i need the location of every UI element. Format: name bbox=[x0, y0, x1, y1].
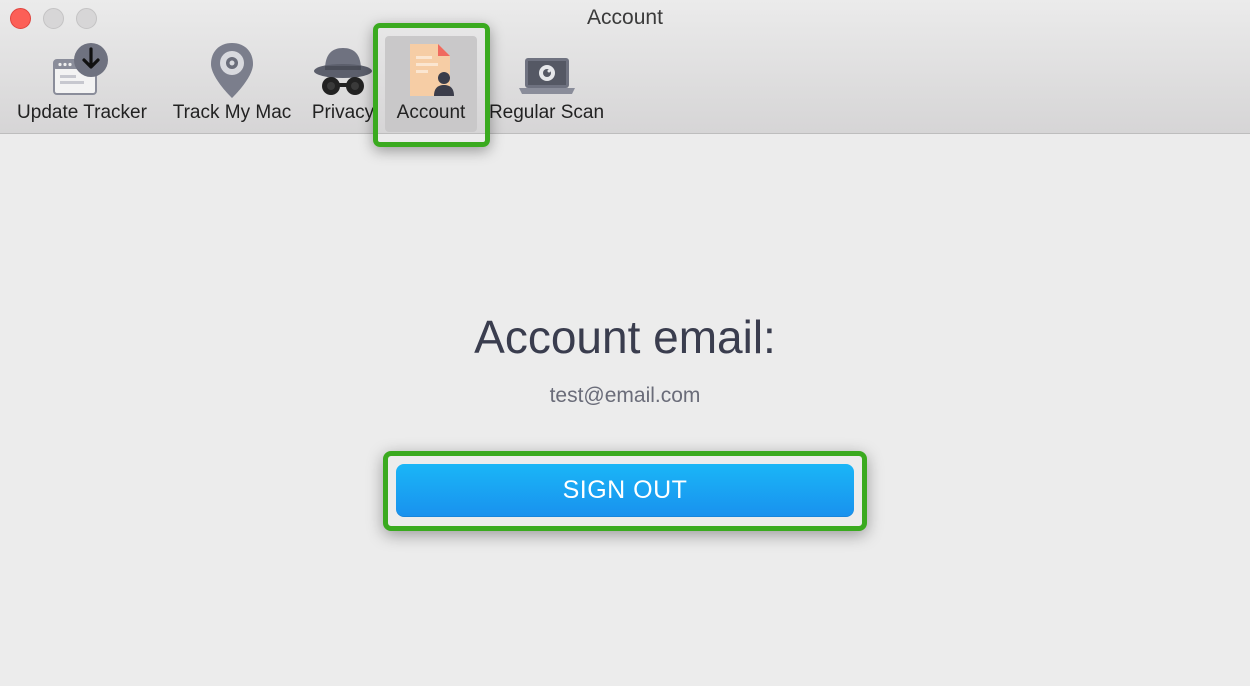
spy-icon bbox=[312, 40, 374, 105]
toolbar-item-update-tracker[interactable]: Update Tracker bbox=[8, 36, 156, 130]
account-email-heading: Account email: bbox=[474, 311, 776, 363]
app-window: Account Update Tracker Track My Mac Priv… bbox=[0, 0, 1250, 686]
map-pin-icon bbox=[207, 40, 257, 107]
toolbar-item-regular-scan[interactable]: Regular Scan bbox=[483, 36, 610, 130]
sign-out-button[interactable]: SIGN OUT bbox=[396, 464, 854, 517]
window-title: Account bbox=[587, 6, 663, 29]
title-bar: Account Update Tracker Track My Mac Priv… bbox=[0, 0, 1250, 134]
account-email-value: test@email.com bbox=[549, 384, 701, 407]
toolbar-item-label: Track My Mac bbox=[172, 102, 292, 123]
toolbar-item-label: Update Tracker bbox=[17, 102, 147, 123]
toolbar-item-privacy[interactable]: Privacy bbox=[304, 36, 382, 130]
laptop-scan-icon bbox=[516, 40, 578, 105]
update-tracker-icon bbox=[51, 40, 113, 105]
toolbar: Update Tracker Track My Mac Privacy Acco… bbox=[0, 36, 1250, 134]
toolbar-item-label: Regular Scan bbox=[488, 102, 605, 123]
account-tab-highlight bbox=[373, 23, 490, 147]
toolbar-item-label: Privacy bbox=[311, 102, 375, 123]
toolbar-item-track-my-mac[interactable]: Track My Mac bbox=[163, 36, 301, 130]
